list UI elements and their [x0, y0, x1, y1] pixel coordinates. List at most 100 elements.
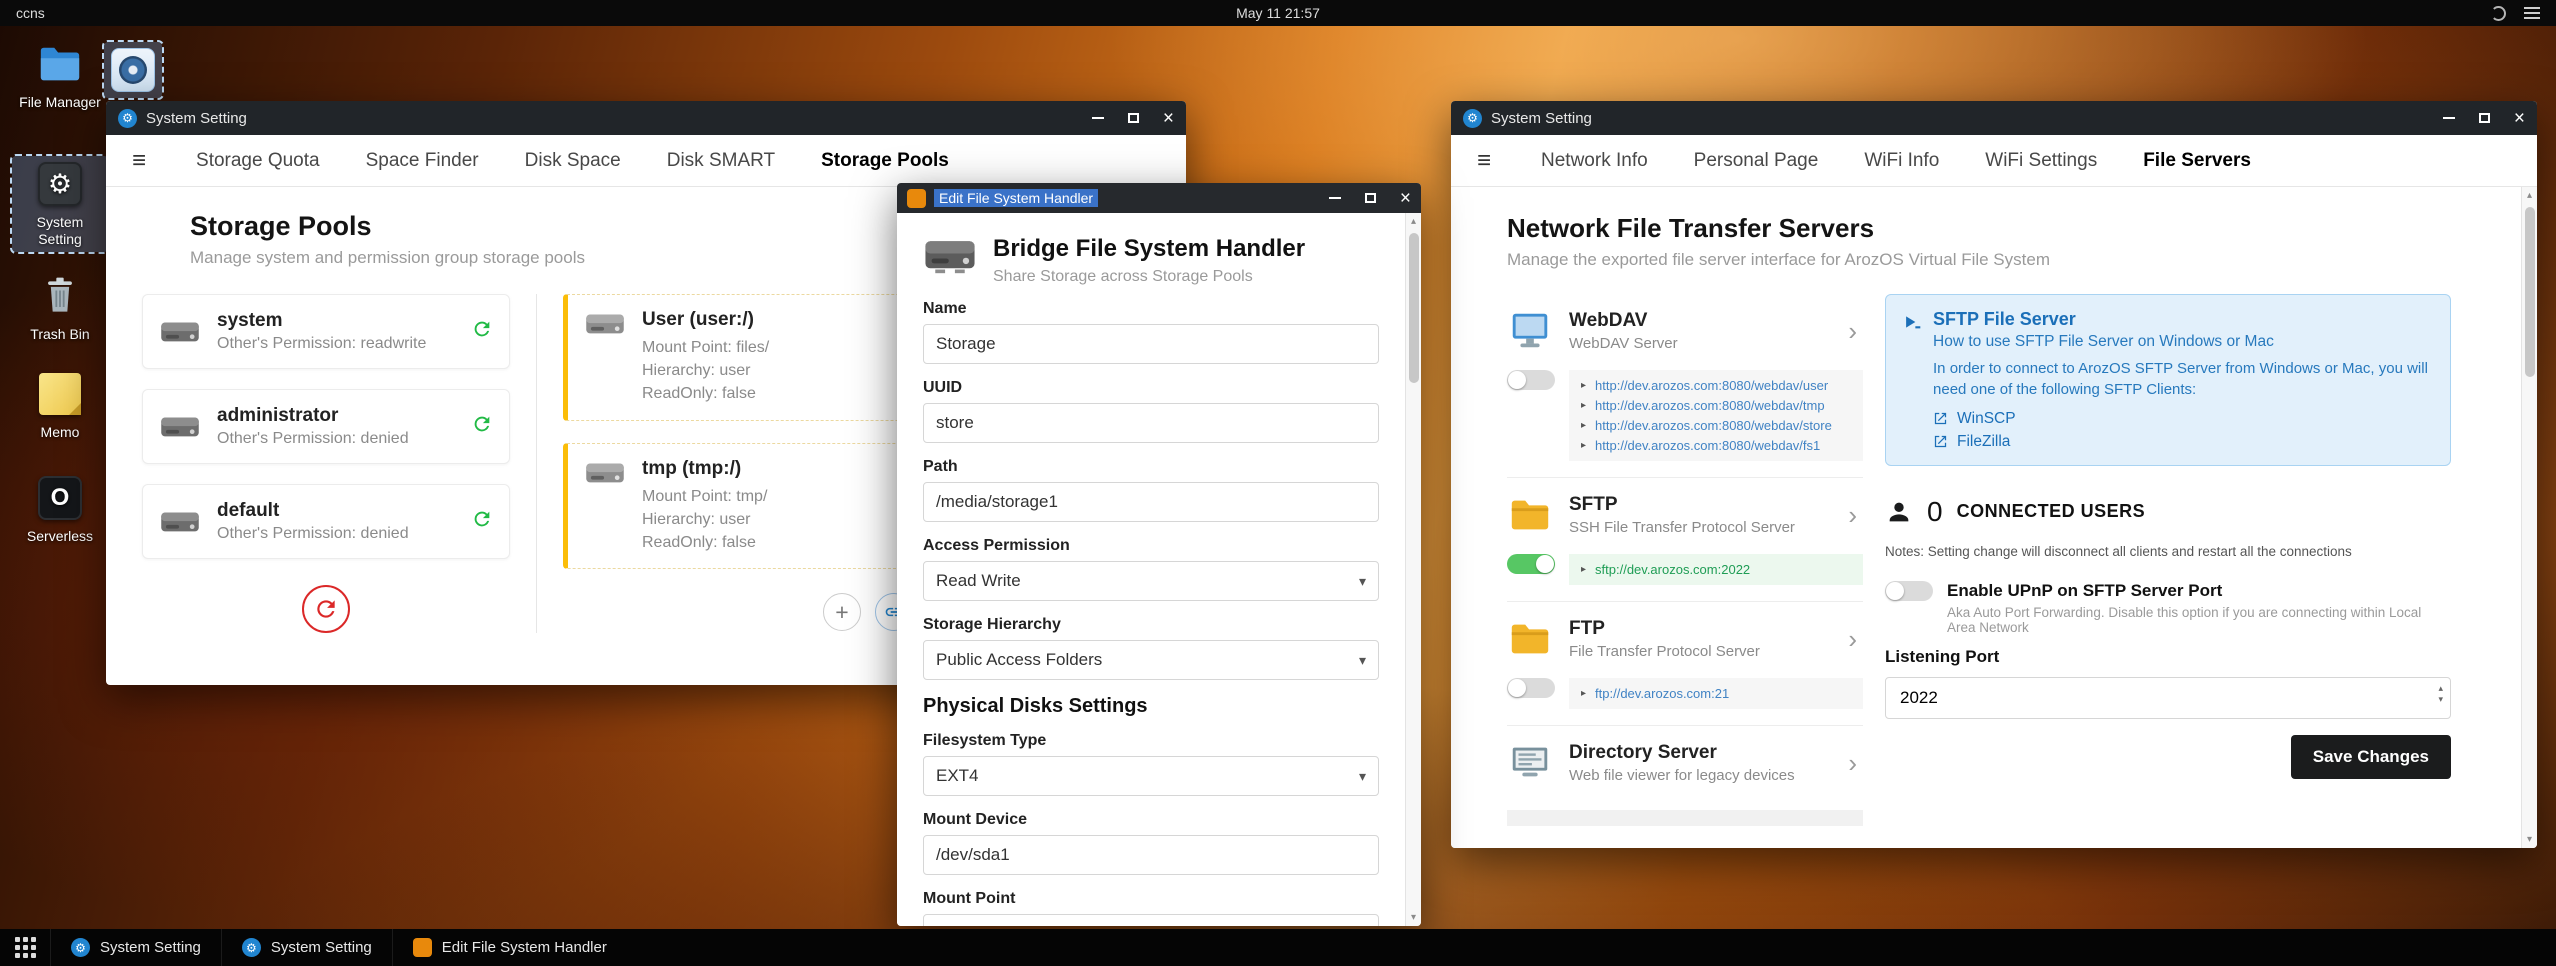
- server-name: SFTP: [1569, 494, 1618, 515]
- taskbar-item-system-setting-1[interactable]: ⚙ System Setting: [50, 929, 221, 966]
- sftp-link[interactable]: sftp://dev.arozos.com:2022: [1595, 562, 1750, 577]
- tab-wifi-settings[interactable]: WiFi Settings: [1985, 150, 2097, 172]
- help-subtitle: How to use SFTP File Server on Windows o…: [1933, 333, 2274, 350]
- app-launcher-button[interactable]: [0, 929, 50, 966]
- connected-users-label: CONNECTED USERS: [1956, 501, 2146, 522]
- listening-port-input[interactable]: [1885, 676, 2451, 719]
- scroll-down-icon[interactable]: ▾: [2522, 834, 2537, 845]
- client-link-winscp[interactable]: WinSCP: [1933, 410, 2432, 428]
- menu-toggle-icon[interactable]: ≡: [132, 147, 146, 175]
- system-menubar: ccns May 11 21:57: [0, 0, 2556, 26]
- desktop-icon-serverless[interactable]: O Serverless: [12, 474, 108, 545]
- scroll-down-icon[interactable]: ▾: [1406, 912, 1421, 923]
- path-input[interactable]: [923, 482, 1379, 522]
- tab-network-info[interactable]: Network Info: [1541, 150, 1648, 172]
- window-titlebar[interactable]: ⚙ System Setting ×: [106, 101, 1186, 135]
- menu-icon[interactable]: [2524, 7, 2540, 19]
- window-titlebar[interactable]: Edit File System Handler ×: [897, 183, 1421, 213]
- webdav-toggle[interactable]: [1507, 370, 1555, 390]
- scrollbar-thumb[interactable]: [1409, 233, 1419, 383]
- minimize-button[interactable]: [1328, 197, 1341, 199]
- save-changes-button[interactable]: Save Changes: [2290, 734, 2451, 779]
- taskbar-item-edit-fs-handler[interactable]: Edit File System Handler: [391, 929, 627, 966]
- caret-down-icon: ▾: [1358, 767, 1366, 784]
- close-button[interactable]: ×: [1400, 189, 1411, 208]
- menu-toggle-icon[interactable]: ≡: [1477, 147, 1491, 175]
- sftp-toggle[interactable]: [1507, 554, 1555, 574]
- sync-icon[interactable]: [471, 318, 493, 345]
- ftp-link[interactable]: ftp://dev.arozos.com:21: [1595, 686, 1729, 701]
- close-button[interactable]: ×: [1163, 109, 1174, 128]
- maximize-button[interactable]: [1127, 113, 1139, 123]
- connected-users-count: 0: [1927, 495, 1943, 527]
- hostname: ccns: [16, 5, 45, 21]
- pool-permission: Other's Permission: denied: [217, 430, 409, 447]
- tab-storage-pools[interactable]: Storage Pools: [821, 150, 949, 172]
- mount-card-tmp[interactable]: tmp (tmp:/) Mount Point: tmp/ Hierarchy:…: [563, 442, 913, 570]
- tab-disk-space[interactable]: Disk Space: [525, 150, 621, 172]
- close-button[interactable]: ×: [2514, 109, 2525, 128]
- sync-status-icon[interactable]: [2491, 5, 2506, 21]
- minimize-button[interactable]: [1091, 117, 1104, 119]
- upnp-label: Enable UPnP on SFTP Server Port: [1947, 580, 2223, 600]
- upnp-description: Aka Auto Port Forwarding. Disable this o…: [1947, 604, 2422, 635]
- desktop-icon-trash-bin[interactable]: Trash Bin: [12, 272, 108, 343]
- tab-personal-page[interactable]: Personal Page: [1694, 150, 1819, 172]
- scroll-up-icon[interactable]: ▴: [2522, 190, 2537, 201]
- desktop-icon-app[interactable]: [102, 40, 164, 100]
- mount-device-input[interactable]: [923, 835, 1379, 875]
- sync-icon[interactable]: [471, 508, 493, 535]
- pool-card-system[interactable]: system Other's Permission: readwrite: [142, 294, 510, 369]
- client-link-filezilla[interactable]: FileZilla: [1933, 433, 2432, 451]
- server-row-ftp[interactable]: FTP File Transfer Protocol Server ›: [1507, 602, 1863, 674]
- ftp-toggle[interactable]: [1507, 678, 1555, 698]
- server-name: Directory Server: [1569, 742, 1717, 763]
- scrollbar[interactable]: ▴ ▾: [2521, 187, 2537, 848]
- webdav-link[interactable]: http://dev.arozos.com:8080/webdav/user: [1595, 378, 1828, 393]
- scrollbar[interactable]: ▴ ▾: [1405, 213, 1421, 926]
- ftp-folder-icon: [1511, 624, 1549, 654]
- mount-point-input[interactable]: [923, 914, 1379, 926]
- chevron-right-icon: ›: [1848, 747, 1857, 778]
- directory-server-icon: [1512, 747, 1548, 777]
- scrollbar-thumb[interactable]: [2525, 207, 2535, 377]
- taskbar-item-system-setting-2[interactable]: ⚙ System Setting: [220, 929, 392, 966]
- maximize-button[interactable]: [2478, 113, 2490, 123]
- access-permission-select[interactable]: Read Write ▾: [923, 561, 1379, 601]
- server-row-directory[interactable]: Directory Server Web file viewer for leg…: [1507, 726, 1863, 798]
- bullet-icon: ▸: [1581, 380, 1587, 391]
- maximize-button[interactable]: [1364, 193, 1376, 203]
- desktop-icon-system-setting[interactable]: ⚙ System Setting: [10, 154, 110, 254]
- filesystem-type-select[interactable]: EXT4 ▾: [923, 756, 1379, 796]
- path-label: Path: [923, 458, 958, 475]
- scroll-up-icon[interactable]: ▴: [1406, 216, 1421, 227]
- tab-storage-quota[interactable]: Storage Quota: [196, 150, 320, 172]
- mount-point: Mount Point: tmp/: [642, 487, 768, 505]
- storage-hierarchy-select[interactable]: Public Access Folders ▾: [923, 640, 1379, 680]
- tab-disk-smart[interactable]: Disk SMART: [667, 150, 775, 172]
- restart-note: Notes: Setting change will disconnect al…: [1885, 543, 2352, 559]
- uuid-input[interactable]: [923, 403, 1379, 443]
- upnp-toggle[interactable]: [1885, 580, 1933, 601]
- pool-card-default[interactable]: default Other's Permission: denied: [142, 484, 510, 559]
- tab-wifi-info[interactable]: WiFi Info: [1864, 150, 1939, 172]
- server-row-sftp[interactable]: SFTP SSH File Transfer Protocol Server ›: [1507, 478, 1863, 550]
- tab-space-finder[interactable]: Space Finder: [366, 150, 479, 172]
- window-titlebar[interactable]: ⚙ System Setting ×: [1451, 101, 2537, 135]
- mount-card-user[interactable]: User (user:/) Mount Point: files/ Hierar…: [563, 294, 913, 421]
- number-stepper[interactable]: ▴ ▾: [2438, 683, 2443, 704]
- tab-file-servers[interactable]: File Servers: [2143, 150, 2251, 172]
- minimize-button[interactable]: [2442, 117, 2455, 119]
- refresh-pools-button[interactable]: [302, 585, 350, 633]
- system-setting-app-icon: ⚙: [118, 108, 137, 128]
- add-handler-button[interactable]: +: [823, 593, 861, 632]
- webdav-link[interactable]: http://dev.arozos.com:8080/webdav/fs1: [1595, 438, 1820, 453]
- sync-icon[interactable]: [471, 413, 493, 440]
- desktop-icon-file-manager[interactable]: File Manager: [12, 40, 108, 111]
- server-row-webdav[interactable]: WebDAV WebDAV Server ›: [1507, 294, 1863, 366]
- desktop-icon-memo[interactable]: Memo: [12, 370, 108, 441]
- name-input[interactable]: [923, 324, 1379, 364]
- webdav-link[interactable]: http://dev.arozos.com:8080/webdav/store: [1595, 418, 1832, 433]
- pool-card-administrator[interactable]: administrator Other's Permission: denied: [142, 389, 510, 464]
- webdav-link[interactable]: http://dev.arozos.com:8080/webdav/tmp: [1595, 398, 1825, 413]
